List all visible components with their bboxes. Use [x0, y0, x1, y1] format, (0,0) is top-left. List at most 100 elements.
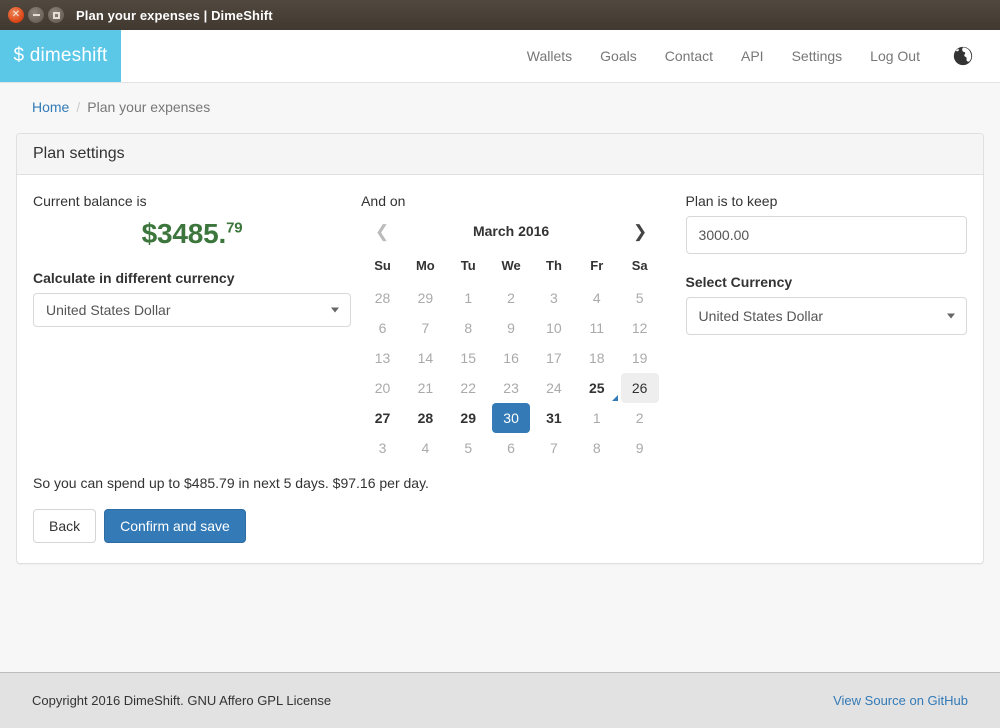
calendar-day-label: 8: [464, 320, 473, 336]
calendar-day[interactable]: 23: [492, 373, 530, 403]
calculate-currency-select[interactable]: United States Dollar: [33, 293, 352, 327]
dow-th: Th: [546, 258, 562, 273]
calendar-day[interactable]: 2: [621, 403, 659, 433]
calendar-day-label: 22: [460, 380, 476, 396]
calendar-day-label: 21: [417, 380, 434, 396]
chevron-down-icon: [947, 313, 955, 319]
chevron-right-icon[interactable]: ❯: [619, 223, 661, 240]
calculate-currency-value: United States Dollar: [46, 302, 171, 318]
calendar-day[interactable]: 7: [535, 433, 573, 463]
page-container: Home / Plan your expenses Plan settings …: [16, 83, 984, 564]
calendar-day[interactable]: 28: [406, 403, 444, 433]
calendar-day[interactable]: 25: [578, 373, 618, 403]
calendar-day-label: 16: [503, 350, 519, 366]
nav-item-contact[interactable]: Contact: [651, 30, 727, 83]
calendar-event-marker-icon: [611, 395, 618, 401]
calendar-day-label: 15: [460, 350, 476, 366]
and-on-label: And on: [361, 193, 406, 209]
calendar-day[interactable]: 1: [449, 283, 487, 313]
minimize-icon[interactable]: [28, 7, 44, 23]
nav-item-settings[interactable]: Settings: [778, 30, 857, 83]
calendar-day[interactable]: 28: [364, 283, 402, 313]
calendar-day[interactable]: 13: [364, 343, 402, 373]
view-source-link[interactable]: View Source on GitHub: [833, 693, 968, 708]
calendar-day-label: 10: [546, 320, 562, 336]
calendar-day[interactable]: 12: [621, 313, 659, 343]
plan-keep-input[interactable]: 3000.00: [685, 216, 967, 254]
calendar-day[interactable]: 15: [449, 343, 487, 373]
calendar-day-label: 31: [546, 410, 562, 426]
confirm-and-save-button[interactable]: Confirm and save: [104, 509, 246, 543]
breadcrumb-current: Plan your expenses: [87, 99, 211, 115]
calendar-day[interactable]: 8: [449, 313, 487, 343]
calendar-day[interactable]: 5: [621, 283, 659, 313]
calendar-day-label: 3: [550, 290, 558, 306]
calendar-day[interactable]: 29: [449, 403, 487, 433]
calendar-day-label: 24: [546, 380, 562, 396]
plan-column: Plan is to keep 3000.00 Select Currency …: [670, 193, 967, 463]
calendar-day[interactable]: 3: [364, 433, 402, 463]
page-footer: Copyright 2016 DimeShift. GNU Affero GPL…: [0, 672, 1000, 728]
calendar-day[interactable]: 2: [492, 283, 530, 313]
date-column: And on ❮ March 2016 ❯ Su Mo Tu We Th Fr …: [361, 193, 669, 463]
nav-item-api[interactable]: API: [727, 30, 778, 83]
calendar-day-label: 5: [464, 440, 473, 456]
calendar-day-label: 19: [631, 350, 648, 366]
calendar-day[interactable]: 16: [492, 343, 530, 373]
breadcrumb-home[interactable]: Home: [32, 99, 69, 115]
calendar-day-label: 17: [546, 350, 562, 366]
calendar-day[interactable]: 3: [535, 283, 573, 313]
calendar-day[interactable]: 29: [406, 283, 444, 313]
calendar-day[interactable]: 27: [364, 403, 402, 433]
nav-item-logout[interactable]: Log Out: [856, 30, 934, 83]
calendar-day[interactable]: 6: [364, 313, 402, 343]
close-icon[interactable]: ✕: [8, 7, 24, 23]
calendar-day[interactable]: 11: [578, 313, 616, 343]
calendar-day[interactable]: 21: [406, 373, 444, 403]
calendar-day[interactable]: 5: [449, 433, 487, 463]
calendar-day-label: 25: [589, 380, 605, 396]
calendar-day[interactable]: 18: [578, 343, 616, 373]
calendar-day[interactable]: 19: [621, 343, 659, 373]
calendar-day[interactable]: 10: [535, 313, 573, 343]
calendar-day[interactable]: 20: [364, 373, 402, 403]
dow-su: Su: [374, 258, 391, 273]
select-currency-label: Select Currency: [685, 274, 793, 290]
plan-keep-label: Plan is to keep: [685, 193, 778, 209]
calendar-day-label: 2: [635, 410, 644, 426]
maximize-icon[interactable]: [48, 7, 64, 23]
calendar-day[interactable]: 6: [492, 433, 530, 463]
back-button[interactable]: Back: [33, 509, 97, 543]
calendar-day[interactable]: 30: [492, 403, 531, 433]
chevron-left-icon[interactable]: ❮: [361, 223, 403, 240]
calendar-day[interactable]: 22: [449, 373, 487, 403]
calendar-day[interactable]: 14: [406, 343, 444, 373]
calendar-day-label: 30: [503, 410, 519, 426]
action-buttons: Back Confirm and save: [33, 509, 967, 543]
current-balance-label: Current balance is: [33, 193, 147, 209]
nav-links: Wallets Goals Contact API Settings Log O…: [513, 30, 1000, 82]
brand-logo[interactable]: $ dimeshift: [0, 30, 121, 82]
calendar-day[interactable]: 31: [535, 403, 573, 433]
dow-sa: Sa: [631, 258, 648, 273]
calendar-day-label: 9: [635, 440, 644, 456]
calendar-day[interactable]: 1: [578, 403, 616, 433]
calendar-day[interactable]: 24: [535, 373, 573, 403]
calendar-day[interactable]: 7: [406, 313, 444, 343]
calendar-day[interactable]: 17: [535, 343, 573, 373]
calendar-day[interactable]: 26: [620, 373, 659, 403]
dow-mo: Mo: [415, 258, 435, 273]
calendar-day[interactable]: 4: [406, 433, 444, 463]
current-balance-value: $3485.79: [33, 218, 351, 250]
nav-item-goals[interactable]: Goals: [586, 30, 651, 83]
calendar-day[interactable]: 9: [621, 433, 659, 463]
calendar-day[interactable]: 8: [578, 433, 616, 463]
calendar-day-label: 7: [550, 440, 558, 456]
calendar-day[interactable]: 9: [492, 313, 530, 343]
calendar-day[interactable]: 4: [578, 283, 616, 313]
calendar-day-label: 1: [464, 290, 473, 306]
globe-icon[interactable]: [934, 45, 986, 67]
select-currency-dropdown[interactable]: United States Dollar: [685, 297, 967, 335]
window-titlebar: ✕ Plan your expenses | DimeShift: [0, 0, 1000, 30]
nav-item-wallets[interactable]: Wallets: [513, 30, 586, 83]
